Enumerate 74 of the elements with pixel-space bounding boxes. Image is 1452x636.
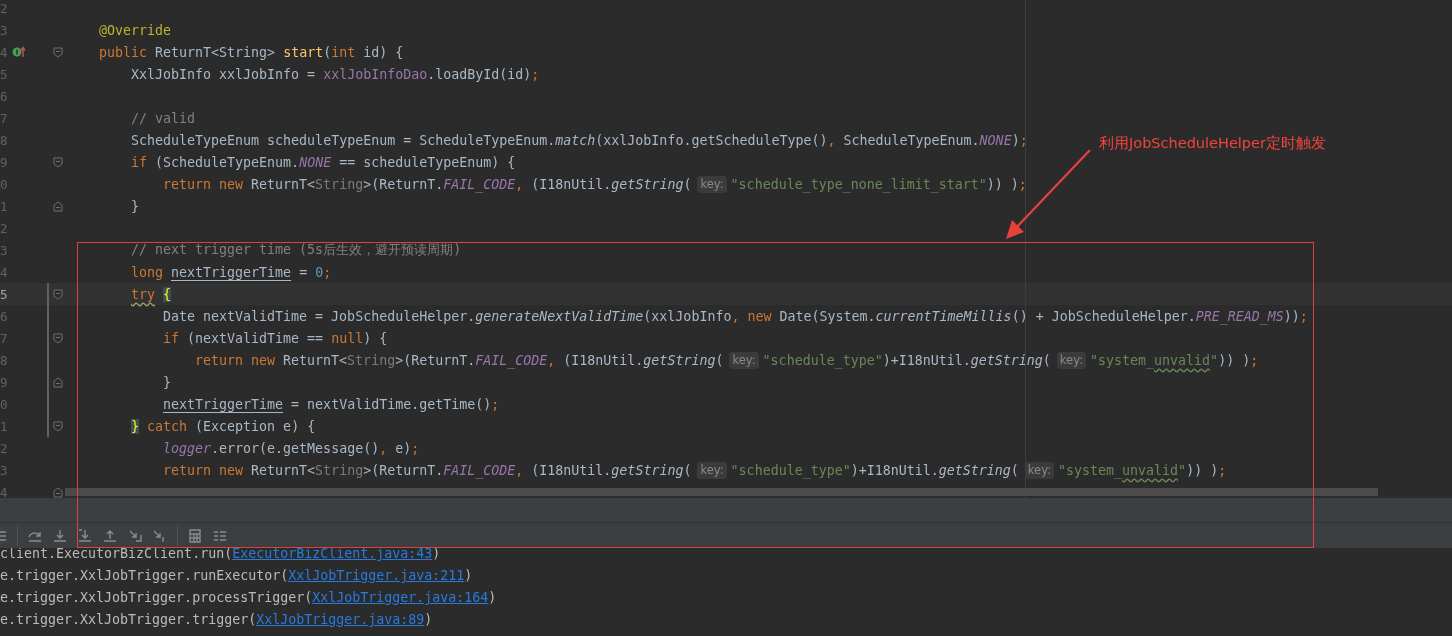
line-number: 1 xyxy=(0,198,9,214)
stack-trace-line: e.trigger.XxlJobTrigger.processTrigger(XxlJobTrigger.java:164) xyxy=(0,589,497,607)
code-text: // next trigger time (5s后生效，避开预读周期) xyxy=(131,241,462,259)
code-text: long nextTriggerTime = 0; xyxy=(131,264,332,280)
line-number: 2 xyxy=(0,220,9,236)
code-text: "schedule_type")+I18nUtil.getString( xyxy=(762,352,1051,368)
file-link[interactable]: XxlJobTrigger.java:164 xyxy=(312,590,489,605)
code-text: nextTriggerTime = nextValidTime.getTime(); xyxy=(163,396,500,412)
parameter-hint: key: xyxy=(1056,351,1086,369)
code-text: if (nextValidTime == null) { xyxy=(163,330,388,346)
line-number: 8 xyxy=(0,352,9,368)
line-number: 3 xyxy=(0,242,9,258)
line-number: 6 xyxy=(0,308,9,324)
code-text: logger.error(e.getMessage(), e); xyxy=(163,440,420,456)
code-text: ScheduleTypeEnum scheduleTypeEnum = ScheduleTypeEnum.match(xxlJobInfo.getScheduleType(), ScheduleTypeEnum.NONE); xyxy=(131,132,1028,148)
step-into-icon[interactable] xyxy=(52,527,68,544)
line-number: 0 xyxy=(0,396,9,412)
parameter-hint: key: xyxy=(697,461,727,479)
fold-icon[interactable] xyxy=(53,46,63,58)
fold-icon[interactable] xyxy=(53,376,63,388)
fold-icon[interactable] xyxy=(53,332,63,344)
stack-trace-line: e.trigger.XxlJobTrigger.runExecutor(XxlJobTrigger.java:211) xyxy=(0,567,473,585)
fold-icon[interactable] xyxy=(53,288,63,300)
line-number: 3 xyxy=(0,22,9,38)
annotation-text: 利用JobScheduleHelper定时触发 xyxy=(1099,134,1326,153)
line-number: 2 xyxy=(0,440,9,456)
line-number: 3 xyxy=(0,462,9,478)
code-text: "schedule_type")+I18nUtil.getString( xyxy=(730,462,1019,478)
parameter-hint: key: xyxy=(729,351,759,369)
line-number: 0 xyxy=(0,176,9,192)
line-number: 6 xyxy=(0,88,9,104)
calculator-icon[interactable] xyxy=(187,527,203,544)
code-text: "system_unvalid")) ); xyxy=(1058,462,1227,478)
code-text: // valid xyxy=(131,110,196,126)
step-into-icon[interactable] xyxy=(77,527,93,544)
fold-icon[interactable] xyxy=(53,156,63,168)
code-text: if (ScheduleTypeEnum.NONE == scheduleTypeEnum) { xyxy=(131,154,516,170)
code-text: } xyxy=(131,198,139,214)
parameter-hint: key: xyxy=(697,175,727,193)
line-number: 5 xyxy=(0,286,9,302)
code-text: return new ReturnT<String>(ReturnT.FAIL_CODE, (I18nUtil.getString( xyxy=(195,352,724,368)
implements-icon[interactable] xyxy=(12,46,26,58)
fold-icon[interactable] xyxy=(53,420,63,432)
line-number: 5 xyxy=(0,66,9,82)
code-text: } xyxy=(163,374,171,390)
stack-trace-line: client.ExecutorBizClient.run(ExecutorBizClient.java:43) xyxy=(0,548,441,563)
code-text: "schedule_type_none_limit_start")) ); xyxy=(730,176,1027,192)
parameter-hint: key: xyxy=(1024,461,1054,479)
line-number: 2 xyxy=(0,0,9,16)
line-number: 1 xyxy=(0,418,9,434)
fold-icon[interactable] xyxy=(53,200,63,212)
fold-icon[interactable] xyxy=(53,486,63,498)
code-text: @Override xyxy=(99,22,172,38)
line-number: 4 xyxy=(0,484,9,498)
code-text: return new ReturnT<String>(ReturnT.FAIL_CODE, (I18nUtil.getString( xyxy=(163,176,692,192)
code-text: "system_unvalid")) ); xyxy=(1090,352,1259,368)
file-link[interactable]: XxlJobTrigger.java:89 xyxy=(256,612,425,627)
file-link[interactable]: XxlJobTrigger.java:211 xyxy=(288,568,465,583)
line-number: 4 xyxy=(0,264,9,280)
line-number: 4 xyxy=(0,44,9,60)
file-link[interactable]: ExecutorBizClient.java:43 xyxy=(232,548,433,561)
code-text: Date nextValidTime = JobScheduleHelper.generateNextValidTime(xxlJobInfo, new Date(System.currentTimeMillis() + JobScheduleHelper.PRE_READ_MS)); xyxy=(163,308,1308,324)
line-number: 9 xyxy=(0,374,9,390)
code-text: try { xyxy=(131,286,172,302)
line-number: 7 xyxy=(0,110,9,126)
code-text: XxlJobInfo xxlJobInfo = xxlJobInfoDao.loadById(id); xyxy=(131,66,540,82)
stack-trace-line: e.trigger.XxlJobTrigger.trigger(XxlJobTrigger.java:89) xyxy=(0,611,433,629)
code-text: public ReturnT<String> start(int id) { xyxy=(99,44,404,60)
scrollbar-thumb[interactable] xyxy=(65,488,1378,496)
line-number: 7 xyxy=(0,330,9,346)
code-text: } catch (Exception e) { xyxy=(131,418,316,434)
line-number: 9 xyxy=(0,154,9,170)
line-number: 8 xyxy=(0,132,9,148)
code-text: return new ReturnT<String>(ReturnT.FAIL_CODE, (I18nUtil.getString( xyxy=(163,462,692,478)
